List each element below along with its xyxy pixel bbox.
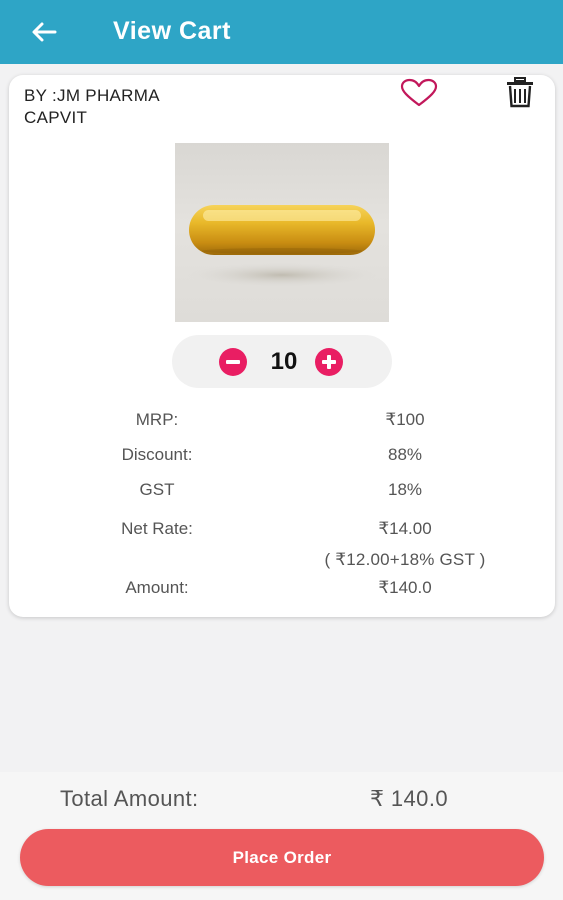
back-button[interactable] [22,14,66,50]
page-title: View Cart [113,17,231,45]
increase-quantity-button[interactable] [315,348,343,376]
place-order-button[interactable]: Place Order [20,829,544,886]
amount-value: ₹140.0 [378,578,432,597]
arrow-left-icon [32,22,57,42]
total-amount-label: Total Amount: [60,786,199,811]
app-bar: View Cart [0,0,563,64]
manufacturer-label: BY :JM PHARMA [24,86,160,105]
net-rate-label: Net Rate: [121,519,193,538]
decrease-quantity-button[interactable] [219,348,247,376]
mrp-value: ₹100 [385,410,425,429]
trash-icon [507,77,533,108]
product-image [175,143,389,322]
discount-label: Discount: [121,445,193,464]
gst-value: 18% [387,480,423,499]
plus-circle-icon [322,355,336,369]
delete-button[interactable] [500,75,540,109]
gst-label: GST [139,480,175,499]
mrp-label: MRP: [135,410,179,429]
minus-circle-icon [226,360,240,364]
product-name: CAPVIT [24,108,88,127]
quantity-stepper: 10 [172,335,392,388]
cart-item-card: BY :JM PHARMA CAPVIT 10 MRP: ₹100 Discou… [9,75,555,617]
wishlist-button[interactable] [398,77,440,109]
heart-outline-icon [400,78,438,107]
net-rate-breakdown: ( ₹12.00+18% GST ) [324,550,486,569]
total-amount-value: ₹ 140.0 [370,786,448,811]
quantity-value: 10 [270,348,298,375]
capsule-image [187,205,377,287]
net-rate-value: ₹14.00 [378,519,432,538]
checkout-bar: Total Amount: ₹ 140.0 Place Order [0,772,563,900]
discount-value: 88% [387,445,423,464]
amount-label: Amount: [125,578,189,597]
